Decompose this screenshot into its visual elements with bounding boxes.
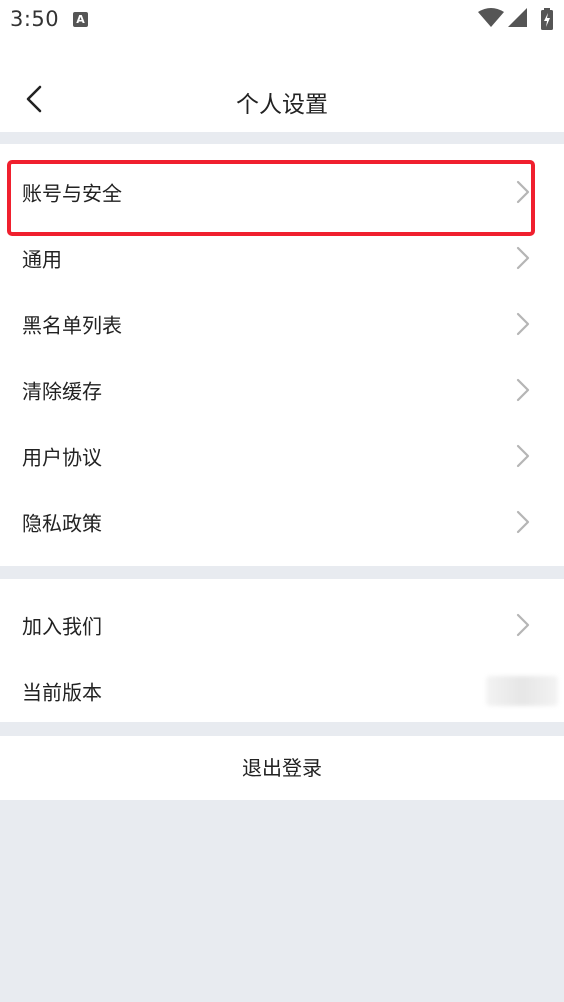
status-time: 3:50 <box>10 7 60 31</box>
chevron-right-icon <box>516 444 530 468</box>
logout-button[interactable]: 退出登录 <box>0 736 564 800</box>
row-label: 通用 <box>22 247 62 272</box>
row-label: 用户协议 <box>22 445 102 470</box>
status-bar: 3:50 A <box>0 0 564 40</box>
row-label: 隐私政策 <box>22 511 102 536</box>
row-label: 加入我们 <box>22 614 102 639</box>
chevron-right-icon <box>516 312 530 336</box>
chevron-right-icon <box>516 510 530 534</box>
row-blacklist[interactable]: 黑名单列表 <box>0 291 564 357</box>
row-current-version: 当前版本 <box>0 658 564 724</box>
logout-group: 退出登录 <box>0 736 564 800</box>
signal-icon <box>508 8 527 27</box>
row-label: 黑名单列表 <box>22 313 122 338</box>
row-clear-cache[interactable]: 清除缓存 <box>0 357 564 423</box>
wifi-icon <box>478 8 504 27</box>
status-icons <box>478 8 556 30</box>
chevron-right-icon <box>516 613 530 637</box>
chevron-right-icon <box>516 180 530 204</box>
notification-icon: A <box>73 12 88 27</box>
row-label: 清除缓存 <box>22 379 102 404</box>
chevron-right-icon <box>516 246 530 270</box>
settings-group-main: 账号与安全 通用 黑名单列表 清除缓存 用户协议 隐私政策 <box>0 144 564 566</box>
row-label: 账号与安全 <box>22 181 122 206</box>
row-account-security[interactable]: 账号与安全 <box>0 159 564 225</box>
chevron-right-icon <box>516 378 530 402</box>
battery-charging-icon <box>541 8 553 30</box>
version-value-blurred <box>486 676 558 706</box>
page-title: 个人设置 <box>236 92 328 118</box>
row-user-agreement[interactable]: 用户协议 <box>0 423 564 489</box>
header: 个人设置 <box>0 40 564 132</box>
settings-group-about: 加入我们 当前版本 <box>0 579 564 722</box>
row-privacy-policy[interactable]: 隐私政策 <box>0 489 564 555</box>
row-general[interactable]: 通用 <box>0 225 564 291</box>
row-join-us[interactable]: 加入我们 <box>0 592 564 658</box>
row-label: 当前版本 <box>22 680 102 705</box>
